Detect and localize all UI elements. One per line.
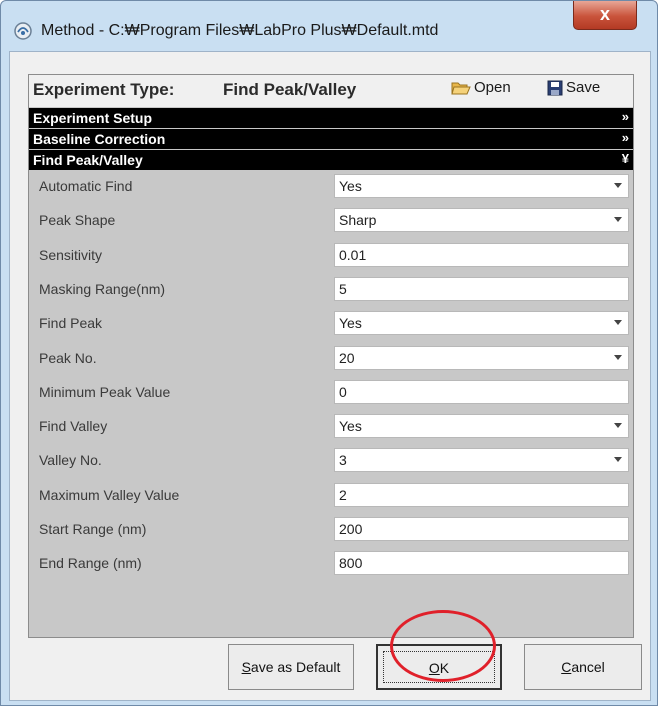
property-row: Sensitivity 0.01	[29, 241, 633, 270]
save-button[interactable]: Save	[547, 79, 600, 103]
floppy-disk-icon	[547, 80, 563, 96]
property-value: Yes	[339, 178, 362, 194]
property-value: 3	[339, 452, 347, 469]
dropdown-arrow-icon[interactable]	[614, 320, 622, 326]
title-bar[interactable]: Method - C:₩Program Files₩LabPro Plus₩De…	[1, 1, 657, 51]
property-input[interactable]: 5	[334, 276, 629, 301]
property-dropdown[interactable]: 3	[334, 448, 629, 473]
open-label: Open	[474, 79, 511, 96]
window-title: Method - C:₩Program Files₩LabPro Plus₩De…	[41, 22, 439, 39]
property-row: Start Range (nm) 200	[29, 515, 633, 544]
property-row: Peak Shape Sharp	[29, 206, 633, 235]
property-label: Minimum Peak Value	[39, 383, 171, 400]
open-button[interactable]: Open	[451, 79, 511, 103]
property-value: 0	[339, 383, 347, 400]
property-dropdown[interactable]: Sharp	[334, 208, 629, 233]
property-label: Automatic Find	[39, 178, 133, 194]
save-as-default-label: ave as Default	[250, 659, 341, 675]
property-label: Find Peak	[39, 315, 103, 332]
close-icon: x	[599, 4, 610, 24]
panel-header: Experiment Type: Find Peak/Valley Open S…	[29, 75, 633, 107]
property-value: Yes	[339, 418, 362, 435]
collapse-chevron-icon: ¥	[621, 151, 629, 166]
ok-label: K	[439, 660, 450, 676]
section-experiment-setup[interactable]: Experiment Setup »	[29, 108, 633, 128]
property-input[interactable]: 2	[334, 482, 629, 507]
expand-chevron-icon: »	[621, 130, 629, 145]
property-value: 800	[339, 555, 363, 572]
save-as-default-button[interactable]: Save as Default	[228, 644, 354, 690]
experiment-type-label: Experiment Type:	[33, 80, 175, 99]
property-label: Sensitivity	[39, 246, 103, 263]
property-row: End Range (nm) 800	[29, 549, 633, 578]
property-row: Maximum Valley Value 2	[29, 481, 633, 510]
section-baseline-correction[interactable]: Baseline Correction »	[29, 129, 633, 149]
section-label: Baseline Correction	[33, 131, 166, 147]
section-label: Find Peak/Valley	[33, 152, 143, 168]
property-input[interactable]: 0.01	[334, 242, 629, 267]
section-label: Experiment Setup	[33, 110, 153, 126]
method-window: Method - C:₩Program Files₩LabPro Plus₩De…	[0, 0, 658, 706]
property-row: Find Valley Yes	[29, 412, 633, 441]
property-label: Maximum Valley Value	[39, 486, 180, 503]
property-label: Peak Shape	[39, 212, 116, 229]
property-input[interactable]: 0	[334, 379, 629, 404]
property-dropdown[interactable]: Yes	[334, 311, 629, 336]
property-row: Automatic Find Yes	[29, 172, 633, 201]
property-label: Masking Range(nm)	[39, 280, 166, 297]
save-as-default-mnemonic: S	[241, 659, 251, 675]
property-value: 20	[339, 349, 355, 366]
property-value: Yes	[339, 315, 362, 332]
save-label: Save	[566, 79, 601, 96]
property-label: Peak No.	[39, 349, 97, 366]
property-row: Valley No. 3	[29, 446, 633, 475]
close-button[interactable]: x	[573, 1, 637, 30]
expand-chevron-icon: »	[621, 109, 629, 124]
method-panel: Experiment Type: Find Peak/Valley Open S…	[28, 74, 634, 638]
property-label: Find Valley	[39, 418, 108, 435]
property-value: Sharp	[339, 212, 377, 229]
property-row: Peak No. 20	[29, 344, 633, 373]
dropdown-arrow-icon[interactable]	[614, 183, 622, 188]
ok-button[interactable]: OK	[376, 644, 502, 690]
property-dropdown[interactable]: Yes	[334, 414, 629, 439]
dropdown-arrow-icon[interactable]	[614, 423, 622, 429]
property-value: 2	[339, 486, 347, 503]
app-icon	[14, 22, 32, 40]
property-label: End Range (nm)	[39, 555, 142, 572]
property-dropdown[interactable]: Yes	[334, 174, 629, 198]
cancel-label: ancel	[571, 659, 605, 675]
property-row: Masking Range(nm) 5	[29, 275, 633, 304]
property-label: Start Range (nm)	[39, 521, 147, 537]
property-value: 5	[339, 280, 347, 297]
dropdown-arrow-icon[interactable]	[614, 457, 622, 463]
dropdown-arrow-icon[interactable]	[614, 217, 622, 223]
dropdown-arrow-icon[interactable]	[614, 354, 622, 360]
property-dropdown[interactable]: 20	[334, 345, 629, 370]
cancel-mnemonic: C	[561, 659, 572, 675]
property-row: Find Peak Yes	[29, 309, 633, 338]
property-value: 200	[339, 521, 363, 537]
cancel-button[interactable]: Cancel	[524, 644, 642, 690]
experiment-type-value: Find Peak/Valley	[223, 80, 357, 99]
property-input[interactable]: 200	[334, 517, 629, 541]
client-area: Experiment Type: Find Peak/Valley Open S…	[9, 51, 651, 701]
section-find-peak-valley[interactable]: Find Peak/Valley ¥	[29, 150, 633, 170]
property-input[interactable]: 800	[334, 551, 629, 576]
folder-open-icon	[451, 82, 471, 95]
property-label: Valley No.	[39, 452, 102, 469]
ok-mnemonic: O	[428, 660, 440, 676]
property-row: Minimum Peak Value 0	[29, 378, 633, 407]
property-value: 0.01	[339, 246, 367, 263]
